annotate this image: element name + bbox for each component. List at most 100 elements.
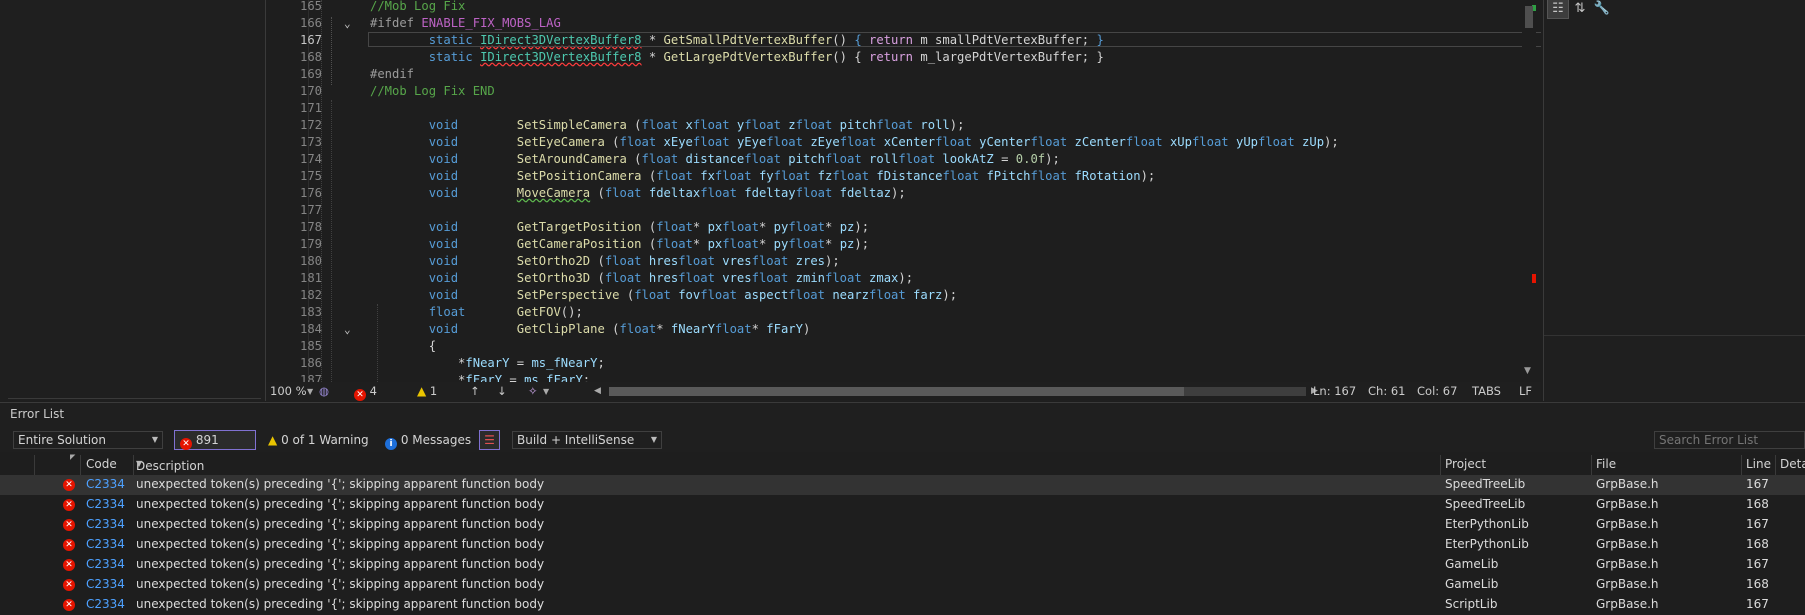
cursor-line[interactable]: Ln: 167: [1313, 384, 1356, 398]
code-token: void: [428, 271, 459, 285]
code-line[interactable]: 182 void SetPerspective (float fovfloat …: [266, 287, 1526, 304]
scope-dropdown[interactable]: Entire Solution ▼: [13, 431, 163, 449]
code-line[interactable]: 172 void SetSimpleCamera (float xfloat y…: [266, 117, 1526, 134]
code-line[interactable]: 176 void MoveCamera (float fdeltaxfloat …: [266, 185, 1526, 202]
wrench-icon[interactable]: 🔧: [1592, 0, 1612, 18]
fold-chevron-icon[interactable]: ⌄: [344, 15, 351, 32]
build-filter-value: Build + IntelliSense: [517, 433, 635, 447]
properties-view-icon[interactable]: ☷: [1547, 0, 1569, 19]
cleanup-dropdown-icon[interactable]: ▼: [543, 387, 549, 396]
code-token: xEye: [663, 135, 693, 149]
error-list-title: Error List: [10, 407, 65, 421]
code-token: SetOrtho3D: [516, 271, 591, 285]
scroll-down-icon[interactable]: ▼: [1524, 366, 1531, 376]
error-row[interactable]: ✕ C2334 unexpected token(s) preceding '{';…: [0, 495, 1805, 515]
error-row[interactable]: ✕ C2334 unexpected token(s) preceding '{';…: [0, 555, 1805, 575]
code-line[interactable]: 170 //Mob Log Fix END: [266, 83, 1526, 100]
messages-filter-button[interactable]: i 0 Messages: [385, 433, 471, 450]
error-code[interactable]: C2334: [86, 577, 125, 591]
error-code[interactable]: C2334: [86, 517, 125, 531]
code-token: float: [428, 305, 466, 319]
code-token: float: [898, 152, 943, 166]
line-ending[interactable]: LF: [1519, 384, 1532, 398]
code-line[interactable]: 171: [266, 100, 1526, 117]
error-project: SpeedTreeLib: [1445, 477, 1526, 491]
column-line[interactable]: Line: [1746, 457, 1771, 471]
error-code[interactable]: C2334: [86, 477, 125, 491]
error-project: EterPythonLib: [1445, 517, 1529, 531]
scroll-thumb[interactable]: [1525, 6, 1533, 28]
code-line[interactable]: 186 *fNearY = ms_fNearY;: [266, 355, 1526, 372]
code-line[interactable]: 175 void SetPositionCamera (float fxfloa…: [266, 168, 1526, 185]
warnings-filter-button[interactable]: ▲ 0 of 1 Warning: [268, 433, 369, 447]
code-token: float: [751, 254, 796, 268]
errors-filter-button[interactable]: ✕ 891 Errors: [174, 430, 256, 466]
sort-indicator-icon: ◤: [70, 453, 76, 461]
code-token: float: [1191, 135, 1236, 149]
code-token: ms_fFarY: [524, 373, 583, 382]
status-errors[interactable]: ✕ 4: [354, 384, 377, 401]
error-row[interactable]: ✕ C2334 unexpected token(s) preceding '{';…: [0, 535, 1805, 555]
code-token: float: [692, 118, 737, 132]
error-icon: ✕: [63, 499, 75, 511]
error-row[interactable]: ✕ C2334 unexpected token(s) preceding '{';…: [0, 515, 1805, 535]
error-row[interactable]: ✕ C2334 unexpected token(s) preceding '{';…: [0, 595, 1805, 615]
code-line[interactable]: 180 void SetOrtho2D (float hresfloat vre…: [266, 253, 1526, 270]
cursor-column[interactable]: Col: 67: [1417, 384, 1457, 398]
code-line[interactable]: 183 float GetFOV();: [266, 304, 1526, 321]
code-line[interactable]: 177: [266, 202, 1526, 219]
chevron-down-icon: ▼: [650, 435, 657, 444]
code-token: pz: [839, 237, 855, 251]
code-line[interactable]: 178 void GetTargetPosition (float* pxflo…: [266, 219, 1526, 236]
column-file[interactable]: File: [1596, 457, 1616, 471]
search-error-list-input[interactable]: [1654, 431, 1805, 449]
code-line[interactable]: 174 void SetAroundCamera (float distance…: [266, 151, 1526, 168]
code-line[interactable]: 187 *fFarY = ms_fFarY;: [266, 372, 1526, 382]
build-filter-dropdown[interactable]: Build + IntelliSense ▼: [512, 431, 662, 449]
error-code[interactable]: C2334: [86, 537, 125, 551]
code-line[interactable]: 169 #endif: [266, 66, 1526, 83]
editor-vertical-scrollbar[interactable]: ▼: [1522, 0, 1536, 382]
next-issue-arrow-icon[interactable]: ↓: [497, 384, 507, 398]
code-token: zCenter: [1074, 135, 1126, 149]
column-code[interactable]: Code: [86, 457, 117, 471]
error-file: GrpBase.h: [1596, 517, 1659, 531]
cursor-char[interactable]: Ch: 61: [1368, 384, 1405, 398]
prev-issue-arrow-icon[interactable]: ↑: [470, 384, 480, 398]
code-line[interactable]: 166 ⌄ #ifdef ENABLE_FIX_MOBS_LAG: [266, 15, 1526, 32]
code-cleanup-icon[interactable]: ✧: [528, 384, 538, 398]
code-line[interactable]: 179 void GetCameraPosition (float* pxflo…: [266, 236, 1526, 253]
show-issues-filter-icon[interactable]: ☰: [479, 430, 500, 450]
code-line[interactable]: 185 {: [266, 338, 1526, 355]
editor-horizontal-scrollbar[interactable]: [609, 387, 1306, 396]
code-token: float: [935, 135, 980, 149]
code-token: =: [993, 152, 1016, 166]
error-code[interactable]: C2334: [86, 497, 125, 511]
zoom-dropdown-icon[interactable]: ▼: [307, 387, 313, 396]
health-icon[interactable]: ◍: [319, 384, 329, 398]
column-details[interactable]: Deta: [1780, 457, 1805, 471]
code-token: void: [428, 118, 459, 132]
indent-mode[interactable]: TABS: [1472, 384, 1501, 398]
error-row[interactable]: ✕ C2334 unexpected token(s) preceding '{';…: [0, 575, 1805, 595]
zoom-level[interactable]: 100 %: [270, 384, 307, 398]
code-line[interactable]: 184 ⌄ void GetClipPlane (float* fNearYflo…: [266, 321, 1526, 338]
error-row[interactable]: ✕ C2334 unexpected token(s) preceding '{';…: [0, 475, 1805, 495]
error-code[interactable]: C2334: [86, 557, 125, 571]
scroll-left-icon[interactable]: ◀: [594, 386, 601, 396]
code-editor[interactable]: 165 //Mob Log Fix 166 ⌄ #ifdef ENABLE_FIX_MO…: [266, 0, 1541, 382]
column-project[interactable]: Project: [1445, 457, 1486, 471]
status-warnings[interactable]: ▲ 1: [417, 384, 437, 398]
code-line[interactable]: 173 void SetEyeCamera (float xEyefloat y…: [266, 134, 1526, 151]
code-line[interactable]: 181 void SetOrtho3D (float hresfloat vre…: [266, 270, 1526, 287]
code-line[interactable]: 165 //Mob Log Fix: [266, 0, 1526, 15]
error-code[interactable]: C2334: [86, 597, 125, 611]
code-line[interactable]: 168 static IDirect3DVertexBuffer8 * GetL…: [266, 49, 1526, 66]
code-token: *: [370, 373, 466, 382]
code-token: float: [678, 254, 723, 268]
fold-chevron-icon[interactable]: ⌄: [344, 321, 351, 338]
sort-az-icon[interactable]: ⇅: [1570, 0, 1590, 18]
code-token: float: [942, 169, 987, 183]
